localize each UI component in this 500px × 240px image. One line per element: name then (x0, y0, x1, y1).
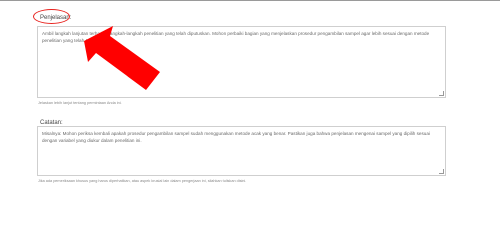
red-arrow-shape (84, 26, 160, 90)
red-arrow-icon (84, 26, 160, 90)
